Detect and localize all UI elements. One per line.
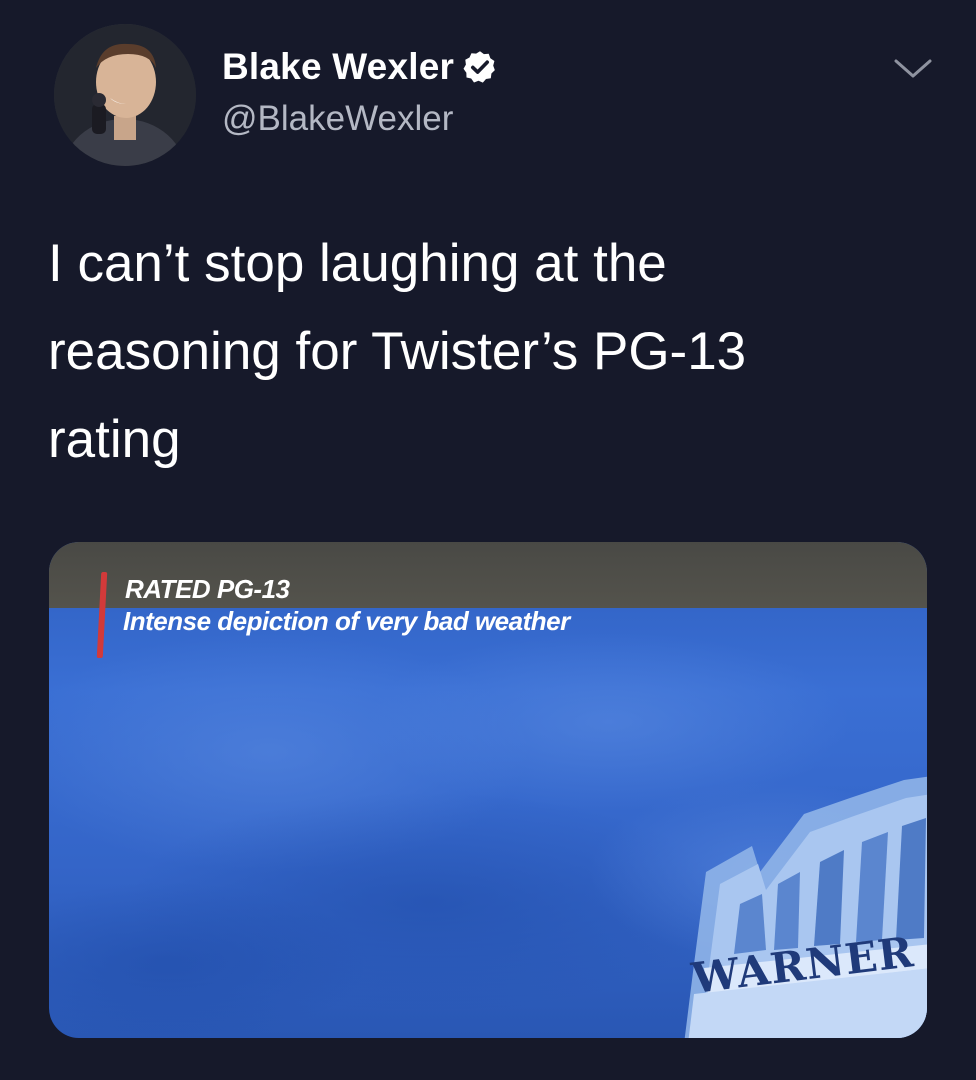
- rating-title: RATED PG-13: [125, 574, 290, 604]
- avatar[interactable]: [54, 24, 196, 166]
- tweet: Blake Wexler @BlakeWexler I can’t stop l…: [0, 0, 976, 1080]
- author-name[interactable]: Blake Wexler: [222, 46, 454, 88]
- rating-reason: Intense depiction of very bad weather: [123, 606, 570, 636]
- verified-badge-icon: [462, 49, 498, 85]
- author-handle[interactable]: @BlakeWexler: [222, 99, 453, 139]
- tweet-text: I can’t stop laughing at the reasoning f…: [48, 234, 747, 469]
- media-card[interactable]: RATED PG-13 Intense depiction of very ba…: [49, 542, 927, 1038]
- author-name-row: Blake Wexler: [222, 46, 498, 88]
- chevron-down-icon[interactable]: [892, 56, 934, 82]
